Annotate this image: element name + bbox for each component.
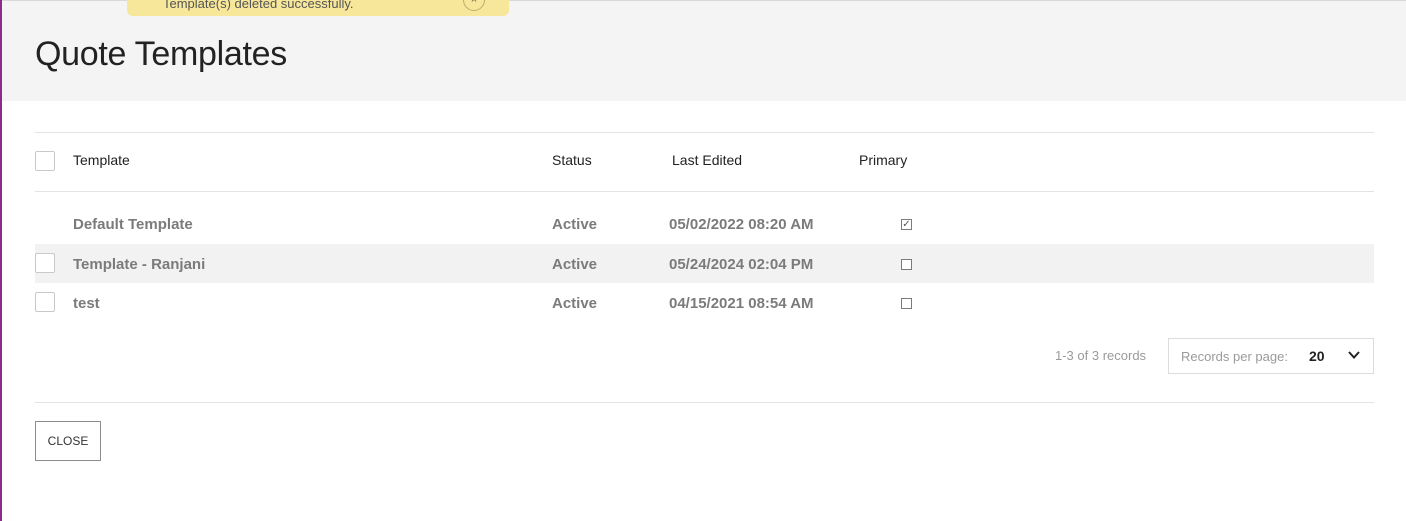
records-count: 1-3 of 3 records	[1055, 348, 1147, 363]
template-status: Active	[552, 295, 598, 312]
toast-close-icon[interactable]: ×	[463, 0, 485, 11]
template-last-edited: 05/02/2022 08:20 AM	[669, 216, 814, 233]
row-select-checkbox[interactable]	[35, 292, 55, 312]
column-header-template[interactable]: Template	[73, 152, 130, 168]
primary-checkmark-icon: ✓	[901, 219, 912, 230]
template-status: Active	[552, 256, 598, 273]
divider	[35, 191, 1374, 192]
table-row[interactable]: Default Template Active 05/02/2022 08:20…	[35, 205, 1374, 244]
divider	[35, 132, 1374, 133]
success-toast: Template(s) deleted successfully. ×	[127, 0, 509, 16]
column-header-last-edited[interactable]: Last Edited	[672, 152, 742, 168]
column-header-status[interactable]: Status	[552, 152, 592, 168]
column-header-primary[interactable]: Primary	[859, 152, 907, 168]
primary-checkbox[interactable]	[901, 259, 912, 270]
close-button[interactable]: CLOSE	[35, 421, 101, 461]
toast-message: Template(s) deleted successfully.	[163, 0, 354, 11]
template-name[interactable]: Default Template	[73, 216, 193, 233]
divider	[35, 402, 1374, 403]
records-per-page-value: 20	[1309, 348, 1325, 364]
table-row[interactable]: test Active 04/15/2021 08:54 AM	[35, 283, 1374, 322]
template-last-edited: 05/24/2024 02:04 PM	[669, 256, 814, 273]
table-row[interactable]: Template - Ranjani Active 05/24/2024 02:…	[35, 244, 1374, 283]
template-name[interactable]: test	[73, 295, 100, 312]
records-per-page-label: Records per page:	[1181, 349, 1288, 364]
quote-templates-dialog: Quote Templates Template(s) deleted succ…	[0, 0, 1406, 521]
row-select-checkbox[interactable]	[35, 253, 55, 273]
primary-checkbox[interactable]	[901, 298, 912, 309]
template-status: Active	[552, 216, 598, 233]
select-all-checkbox[interactable]	[35, 151, 55, 171]
records-per-page-select[interactable]: Records per page: 20	[1168, 338, 1374, 374]
page-title: Quote Templates	[35, 35, 287, 73]
template-name[interactable]: Template - Ranjani	[73, 256, 205, 273]
template-last-edited: 04/15/2021 08:54 AM	[669, 295, 814, 312]
chevron-down-icon[interactable]	[1347, 348, 1361, 362]
